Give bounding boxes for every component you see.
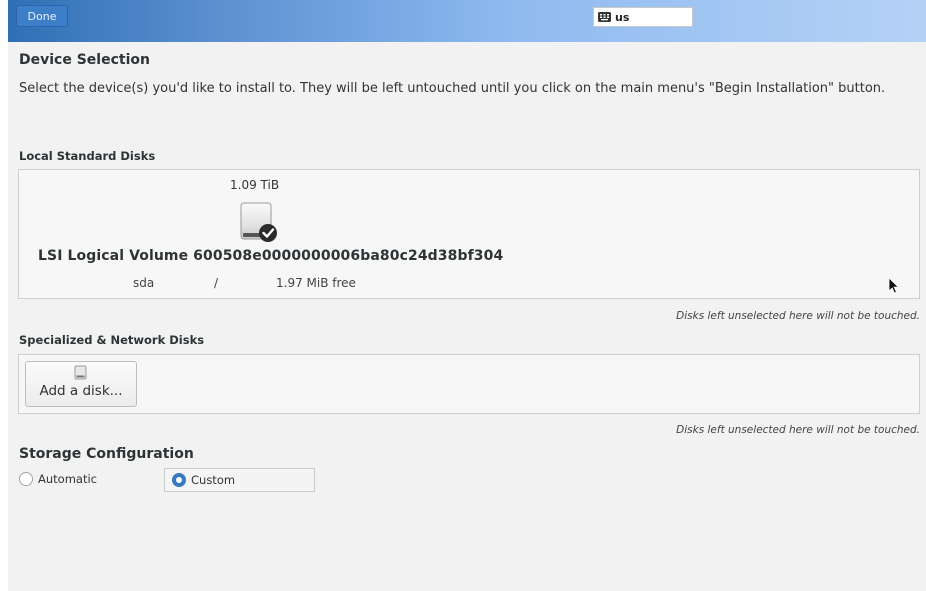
keyboard-icon <box>598 12 611 22</box>
custom-radio-option[interactable]: Custom <box>164 468 315 492</box>
disk-separator: / <box>214 276 219 290</box>
disk-icon <box>74 365 88 385</box>
automatic-radio-option[interactable]: Automatic <box>19 472 97 486</box>
keyboard-layout-label: us <box>615 10 630 24</box>
specialized-disks-heading: Specialized & Network Disks <box>19 333 205 347</box>
mouse-pointer-icon <box>888 277 900 298</box>
radio-checked-icon <box>172 473 186 487</box>
add-disk-label: Add a disk... <box>39 383 123 399</box>
done-button[interactable]: Done <box>16 5 68 27</box>
local-disks-heading: Local Standard Disks <box>19 149 156 163</box>
installer-window: Done us Device Selection Select the devi… <box>8 0 926 591</box>
page-title: Device Selection <box>19 52 150 68</box>
keyboard-layout-indicator[interactable]: us <box>593 7 693 27</box>
local-disks-note: Disks left unselected here will not be t… <box>676 310 920 322</box>
radio-unchecked-icon <box>19 472 33 486</box>
hard-disk-icon[interactable] <box>240 202 280 250</box>
add-disk-button[interactable]: Add a disk... <box>25 361 137 407</box>
intro-text: Select the device(s) you'd like to insta… <box>19 81 886 96</box>
disk-device: sda <box>133 276 155 290</box>
specialized-disks-note: Disks left unselected here will not be t… <box>676 424 920 436</box>
disk-free-space: 1.97 MiB free <box>276 276 356 290</box>
automatic-radio-label: Automatic <box>38 472 97 486</box>
header-bar: Done us <box>8 0 926 42</box>
disk-name: LSI Logical Volume 600508e0000000006ba80… <box>38 248 504 264</box>
specialized-disks-panel <box>18 354 920 414</box>
custom-radio-label: Custom <box>191 473 236 487</box>
storage-configuration-title: Storage Configuration <box>19 446 194 462</box>
disk-size: 1.09 TiB <box>230 178 280 192</box>
